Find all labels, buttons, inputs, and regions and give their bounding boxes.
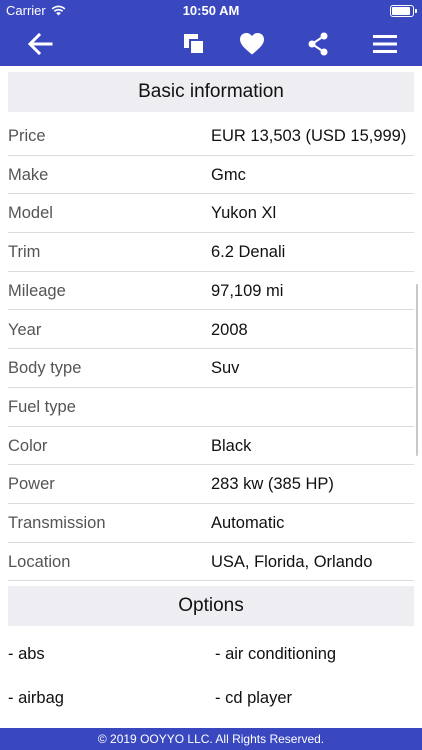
row-value: 283 kw (385 HP) bbox=[211, 475, 334, 494]
row-label: Price bbox=[8, 127, 46, 145]
row-value: Yukon Xl bbox=[211, 204, 277, 223]
row-label: Trim bbox=[8, 243, 41, 262]
copy-icon bbox=[184, 34, 203, 53]
copy-button[interactable] bbox=[176, 26, 212, 62]
row-value: 2008 bbox=[211, 320, 248, 339]
heart-icon bbox=[240, 33, 264, 55]
back-arrow-icon bbox=[27, 33, 53, 55]
info-row-location: Location USA, Florida, Orlando bbox=[8, 543, 414, 582]
row-label: Make bbox=[8, 165, 49, 184]
row-value: Suv bbox=[211, 359, 240, 378]
info-row-make: Make Gmc bbox=[8, 156, 414, 195]
info-row-transmission: Transmission Automatic bbox=[8, 504, 414, 543]
content-scroll-area[interactable]: Basic information Price EUR 13,503 (USD … bbox=[0, 66, 422, 728]
copyright-footer: © 2019 OOYYO LLC. All Rights Reserved. bbox=[0, 728, 422, 750]
row-label: Color bbox=[8, 436, 48, 455]
info-row-model: Model Yukon Xl bbox=[8, 194, 414, 234]
share-button[interactable] bbox=[300, 26, 336, 62]
menu-button[interactable] bbox=[367, 26, 403, 62]
row-value: Gmc bbox=[211, 165, 246, 184]
row-value: USA, Florida, Orlando bbox=[211, 552, 373, 571]
scroll-indicator[interactable] bbox=[415, 284, 418, 456]
row-value: Black bbox=[211, 436, 252, 455]
row-value: Automatic bbox=[211, 514, 285, 532]
info-row-mileage: Mileage 97,109 mi bbox=[8, 272, 414, 311]
option-item: - air conditioning bbox=[215, 645, 337, 663]
status-bar: Carrier 10:50 AM bbox=[0, 0, 422, 22]
options-header: Options bbox=[8, 586, 414, 626]
row-label: Mileage bbox=[8, 281, 66, 300]
basic-info-header: Basic information bbox=[8, 72, 414, 112]
favorite-button[interactable] bbox=[234, 26, 270, 62]
share-icon bbox=[308, 32, 328, 56]
info-row-power: Power 283 kw (385 HP) bbox=[8, 465, 414, 504]
row-label: Location bbox=[8, 552, 71, 571]
option-item: - abs bbox=[8, 645, 45, 663]
row-label: Year bbox=[8, 320, 42, 339]
info-row-trim: Trim 6.2 Denali bbox=[8, 233, 414, 272]
status-time: 10:50 AM bbox=[182, 3, 240, 18]
nav-bar bbox=[0, 22, 422, 66]
row-value: EUR 13,503 (USD 15,999) bbox=[211, 127, 407, 145]
row-value: 97,109 mi bbox=[211, 281, 284, 300]
back-button[interactable] bbox=[22, 26, 58, 62]
row-label: Fuel type bbox=[8, 397, 76, 416]
row-label: Transmission bbox=[8, 514, 106, 532]
row-value: 6.2 Denali bbox=[211, 243, 286, 262]
info-row-fuel-type: Fuel type bbox=[8, 388, 414, 427]
menu-icon bbox=[373, 35, 397, 53]
row-label: Power bbox=[8, 475, 55, 494]
row-label: Model bbox=[8, 204, 53, 223]
info-row-price: Price EUR 13,503 (USD 15,999) bbox=[8, 117, 414, 156]
row-label: Body type bbox=[8, 359, 82, 378]
battery-icon bbox=[390, 5, 417, 17]
info-row-color: Color Black bbox=[8, 427, 414, 466]
option-item: - cd player bbox=[215, 689, 293, 707]
option-item: - airbag bbox=[8, 689, 64, 707]
info-row-body-type: Body type Suv bbox=[8, 349, 414, 388]
info-row-year: Year 2008 bbox=[8, 311, 414, 350]
